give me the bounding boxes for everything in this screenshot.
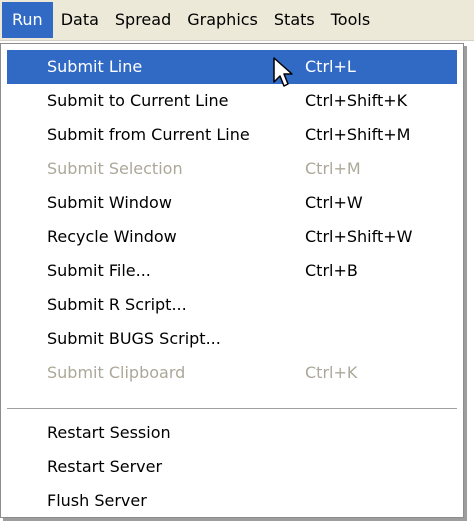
menu-item-label: Submit from Current Line xyxy=(47,125,250,144)
menu-item-label: Recycle Window xyxy=(47,227,177,246)
menu-item-label: Submit Clipboard xyxy=(47,363,186,382)
menu-item-submit-line[interactable]: Submit Line Ctrl+L xyxy=(7,50,457,84)
menu-separator xyxy=(7,408,457,412)
menu-stats[interactable]: Stats xyxy=(266,2,323,38)
menu-item-label: Submit Line xyxy=(47,57,143,76)
menu-item-flush-server[interactable]: Flush Server xyxy=(7,484,457,518)
menu-item-label: Submit Selection xyxy=(47,159,183,178)
menu-item-submit-file[interactable]: Submit File... Ctrl+B xyxy=(7,254,457,288)
menu-item-label: Submit File... xyxy=(47,261,151,280)
menu-item-label: Restart Server xyxy=(47,457,163,476)
menu-item-submit-to-current-line[interactable]: Submit to Current Line Ctrl+Shift+K xyxy=(7,84,457,118)
menu-item-submit-bugs-script[interactable]: Submit BUGS Script... xyxy=(7,322,457,356)
menu-item-recycle-window[interactable]: Recycle Window Ctrl+Shift+W xyxy=(7,220,457,254)
menu-item-shortcut: Ctrl+L xyxy=(305,57,356,76)
menu-item-shortcut: Ctrl+Shift+M xyxy=(305,125,411,144)
menu-item-label: Submit to Current Line xyxy=(47,91,229,110)
menu-spread[interactable]: Spread xyxy=(107,2,179,38)
menu-item-label: Restart Session xyxy=(47,423,171,442)
menu-graphics[interactable]: Graphics xyxy=(179,2,266,38)
menu-item-restart-session[interactable]: Restart Session xyxy=(7,416,457,450)
menu-item-label: Submit Window xyxy=(47,193,172,212)
menu-item-shortcut: Ctrl+M xyxy=(305,159,361,178)
menu-item-submit-r-script[interactable]: Submit R Script... xyxy=(7,288,457,322)
menu-item-restart-server[interactable]: Restart Server xyxy=(7,450,457,484)
menu-item-submit-from-current-line[interactable]: Submit from Current Line Ctrl+Shift+M xyxy=(7,118,457,152)
menu-item-shortcut: Ctrl+B xyxy=(305,261,358,280)
menu-item-submit-window[interactable]: Submit Window Ctrl+W xyxy=(7,186,457,220)
menu-item-label: Submit R Script... xyxy=(47,295,187,314)
run-dropdown-menu: Submit Line Ctrl+L Submit to Current Lin… xyxy=(0,43,464,518)
menu-bar: Run Data Spread Graphics Stats Tools xyxy=(0,0,474,41)
menu-item-submit-clipboard: Submit Clipboard Ctrl+K xyxy=(7,356,457,390)
menu-data[interactable]: Data xyxy=(53,2,107,38)
mouse-pointer-icon xyxy=(273,57,293,87)
menu-item-label: Submit BUGS Script... xyxy=(47,329,221,348)
menu-tools[interactable]: Tools xyxy=(323,2,378,38)
menu-item-shortcut: Ctrl+W xyxy=(305,193,363,212)
menu-run[interactable]: Run xyxy=(2,2,53,38)
menu-item-shortcut: Ctrl+K xyxy=(305,363,358,382)
menu-item-shortcut: Ctrl+Shift+K xyxy=(305,91,408,110)
menu-item-shortcut: Ctrl+Shift+W xyxy=(305,227,413,246)
menu-item-label: Flush Server xyxy=(47,491,147,510)
menu-item-submit-selection: Submit Selection Ctrl+M xyxy=(7,152,457,186)
